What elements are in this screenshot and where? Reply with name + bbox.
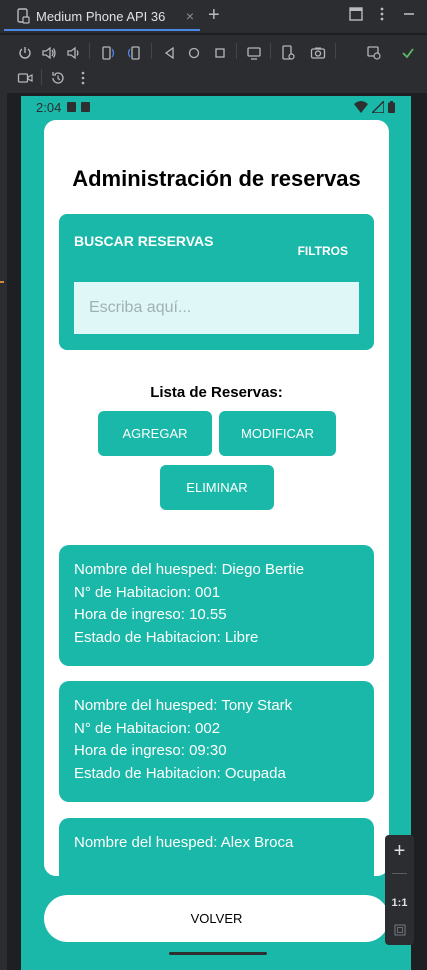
- room-status: Estado de Habitacion: Libre: [74, 628, 259, 646]
- room-number: N° de Habitacion: 001: [74, 583, 221, 601]
- toolbar-divider: [270, 43, 271, 59]
- status-time: 2:04: [36, 99, 62, 115]
- display-mode-icon[interactable]: [244, 43, 264, 63]
- filters-button[interactable]: FILTROS: [298, 244, 348, 258]
- zoom-reset-label[interactable]: 1:1: [385, 897, 414, 909]
- search-panel: BUSCAR RESERVAS FILTROS: [59, 214, 374, 350]
- overview-icon[interactable]: [210, 43, 230, 63]
- device-screen: 2:04 Administración de reservas BUSCAR R…: [21, 96, 411, 970]
- status-icons: [354, 101, 395, 113]
- home-icon[interactable]: [184, 43, 204, 63]
- toolbar-more-icon[interactable]: [73, 68, 93, 88]
- list-title: Lista de Reservas:: [150, 384, 283, 401]
- page-title: Administración de reservas: [72, 166, 361, 191]
- search-title: BUSCAR RESERVAS: [74, 233, 214, 249]
- guest-name: Nombre del huesped: Alex Broca: [74, 834, 294, 851]
- side-marker: [0, 281, 4, 283]
- check-in-time: Hora de ingreso: 09:30: [74, 742, 227, 760]
- delete-button[interactable]: ELIMINAR: [160, 465, 274, 510]
- ide-tab-bar: Medium Phone API 36 × +: [0, 0, 427, 34]
- back-button[interactable]: VOLVER: [44, 895, 389, 942]
- screenshot-icon[interactable]: [308, 43, 328, 63]
- reservation-item[interactable]: Nombre del huesped: Tony Stark N° de Hab…: [59, 681, 374, 802]
- app-notification-icon: [81, 102, 91, 112]
- minimize-icon[interactable]: [400, 7, 418, 25]
- modify-button[interactable]: MODIFICAR: [219, 411, 336, 456]
- device-settings-icon[interactable]: [278, 43, 298, 63]
- wifi-icon: [354, 101, 368, 113]
- guest-name: Nombre del huesped: Tony Stark: [74, 697, 293, 714]
- tab-medium-phone[interactable]: Medium Phone API 36 ×: [4, 3, 200, 31]
- toolbar-divider: [335, 43, 336, 59]
- device-icon: [17, 8, 30, 24]
- reservations-card: Administración de reservas BUSCAR RESERV…: [44, 120, 389, 876]
- zoom-panel: + 1:1: [385, 835, 414, 945]
- toolbar-divider: [89, 43, 90, 59]
- room-number: N° de Habitacion: 002: [74, 719, 221, 737]
- check-icon[interactable]: [398, 43, 418, 63]
- fit-screen-icon[interactable]: [385, 923, 414, 941]
- history-icon[interactable]: [48, 68, 68, 88]
- rotate-left-icon[interactable]: [98, 43, 118, 63]
- tab-close-icon[interactable]: ×: [186, 8, 194, 24]
- toolbar-divider: [236, 43, 237, 59]
- reservation-item[interactable]: Nombre del huesped: Alex Broca: [59, 818, 374, 876]
- volume-up-icon[interactable]: [39, 43, 59, 63]
- sim-icon: [67, 102, 77, 112]
- signal-icon: [372, 101, 384, 113]
- battery-icon: [388, 101, 395, 113]
- more-options-icon[interactable]: [373, 7, 391, 25]
- zoom-in-icon[interactable]: +: [385, 840, 414, 863]
- guest-name: Nombre del huesped: Diego Bertie: [74, 561, 305, 578]
- reservation-item[interactable]: Nombre del huesped: Diego Bertie N° de H…: [59, 545, 374, 666]
- snapshot-icon[interactable]: [364, 43, 384, 63]
- maximize-icon[interactable]: [347, 7, 365, 25]
- screen-record-icon[interactable]: [15, 68, 35, 88]
- toolbar-divider: [151, 43, 152, 59]
- add-button[interactable]: AGREGAR: [98, 411, 212, 456]
- gesture-nav-handle[interactable]: [169, 952, 267, 955]
- toolbar-divider: [41, 69, 42, 85]
- room-status: Estado de Habitacion: Ocupada: [74, 764, 286, 782]
- zoom-out-icon[interactable]: [392, 873, 407, 874]
- status-bar: 2:04: [21, 96, 411, 118]
- rotate-right-icon[interactable]: [124, 43, 144, 63]
- search-input[interactable]: [74, 282, 359, 334]
- ide-side-strip: [0, 93, 7, 970]
- back-icon[interactable]: [160, 43, 180, 63]
- notification-icons: [67, 102, 91, 112]
- volume-down-icon[interactable]: [63, 43, 83, 63]
- check-in-time: Hora de ingreso: 10.55: [74, 606, 227, 624]
- emulator-toolbar: [0, 35, 427, 93]
- power-icon[interactable]: [15, 43, 35, 63]
- add-tab-icon[interactable]: +: [208, 5, 220, 25]
- tab-title: Medium Phone API 36: [36, 8, 166, 24]
